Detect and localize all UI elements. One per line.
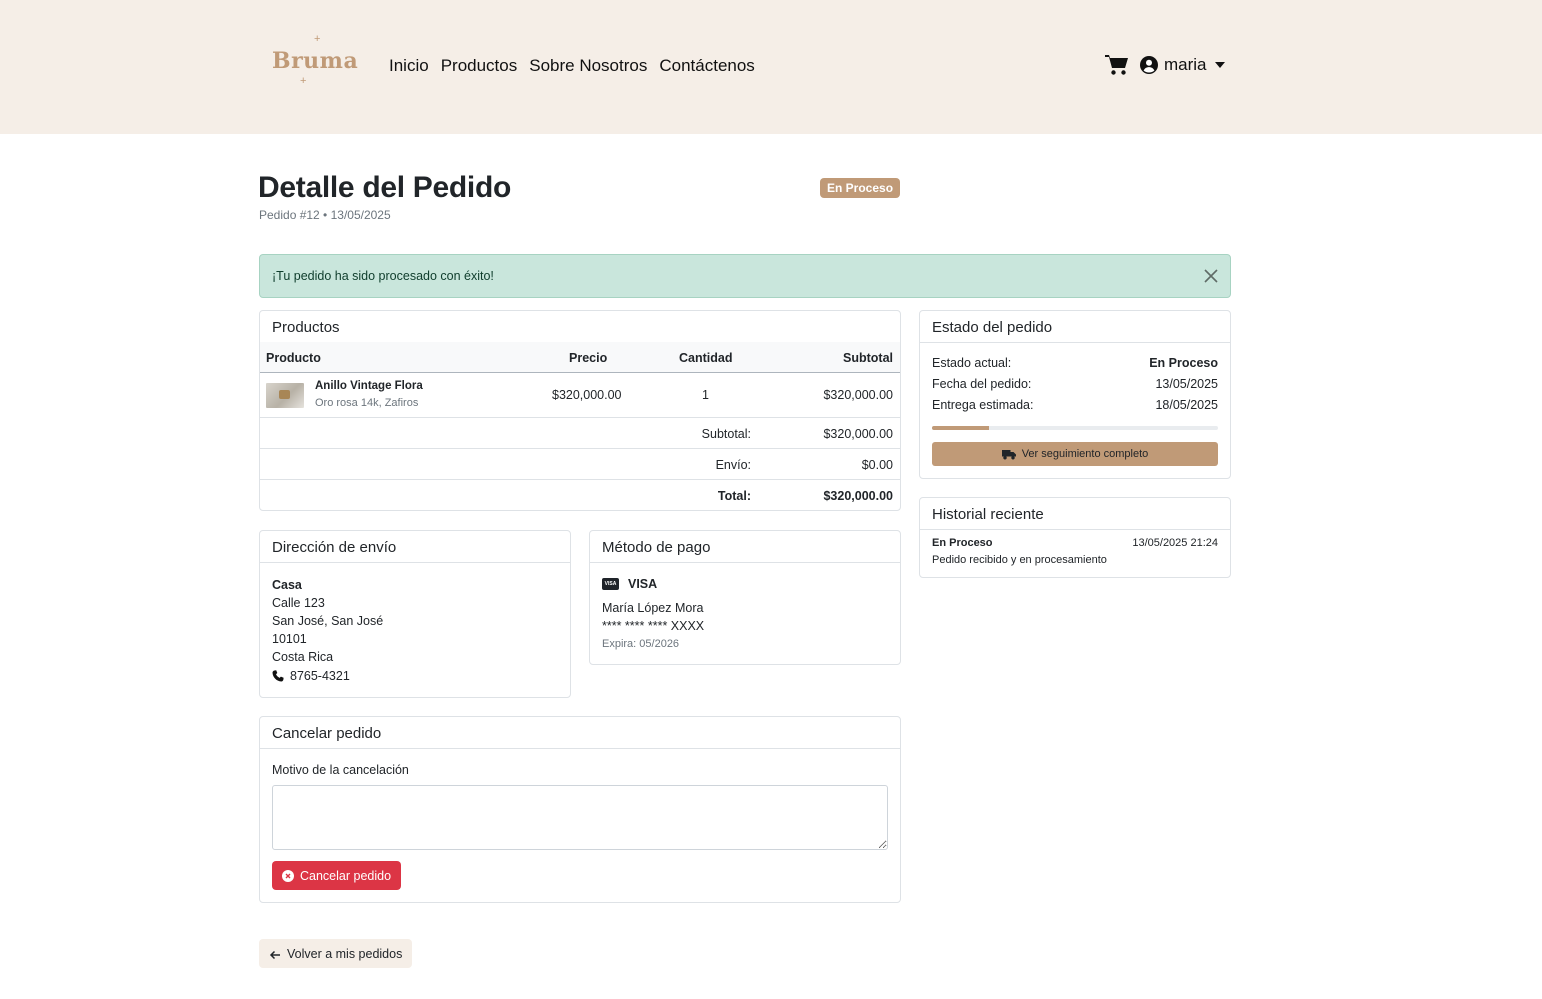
shipping-address-header: Dirección de envío [260,531,570,563]
address-block: Casa Calle 123 San José, San José 10101 … [272,576,383,666]
history-description: Pedido recibido y en procesamiento [932,554,1107,566]
truck-icon [1001,449,1016,460]
product-description: Oro rosa 14k, Zafiros [315,397,419,409]
card-brand: VISA [628,577,658,591]
order-subtitle: Pedido #12 • 13/05/2025 [259,208,391,222]
brand-logo[interactable]: + Bruma + [272,34,362,90]
shipping-row: Envío: $0.00 [260,449,900,480]
order-date-label: Fecha del pedido: [932,377,1032,391]
delivery-date-value: 18/05/2025 [1155,398,1218,412]
back-button-label: Volver a mis pedidos [287,946,403,961]
tracking-button-label: Ver seguimiento completo [1021,448,1149,460]
card-holder: María López Mora [602,601,704,615]
alert-message: ¡Tu pedido ha sido procesado con éxito! [272,269,494,283]
user-circle-icon [1140,56,1158,74]
payment-method-card: Método de pago VISA VISA María López Mor… [589,530,901,665]
order-progress-bar [932,426,1218,430]
order-status-header: Estado del pedido [920,311,1230,343]
card-number: **** **** **** XXXX [602,619,705,633]
products-table-header: Producto Precio Cantidad Subtotal [260,342,900,373]
history-datetime: 13/05/2025 21:24 [1132,537,1218,549]
address-line: 10101 [272,632,307,646]
recent-history-header: Historial reciente [920,498,1230,530]
shipping-value: $0.00 [861,458,893,472]
delivery-date-label: Entrega estimada: [932,398,1034,412]
delivery-date-row: Entrega estimada: 18/05/2025 [932,398,1218,412]
table-row: Anillo Vintage Flora Oro rosa 14k, Zafir… [260,373,900,418]
products-card-header: Productos [260,311,900,343]
brand-name: Bruma [272,48,359,74]
column-header-precio: Precio [569,351,608,365]
total-row: Total: $320,000.00 [260,480,900,511]
product-thumbnail [266,383,304,408]
user-menu-toggle[interactable]: maria [1140,55,1225,75]
address-line: Calle 123 [272,596,325,610]
column-header-producto: Producto [266,351,321,365]
current-status-label: Estado actual: [932,356,1012,370]
subtotal-label: Subtotal: [701,427,751,441]
tracking-button[interactable]: Ver seguimiento completo [932,442,1218,466]
product-quantity: 1 [702,388,709,402]
cancel-order-button[interactable]: Cancelar pedido [272,861,402,890]
total-value: $320,000.00 [823,489,893,503]
product-name: Anillo Vintage Flora [315,380,423,392]
shipping-label: Envío: [715,458,751,472]
address-line: Costa Rica [272,650,334,664]
visa-card-icon: VISA [602,578,619,590]
order-progress-fill [932,426,990,430]
close-icon[interactable] [1202,267,1220,285]
user-name: maria [1164,55,1207,74]
logo-star: + [314,33,321,45]
column-header-subtotal: Subtotal [843,351,893,365]
current-status-row: Estado actual: En Proceso [932,356,1218,370]
back-to-orders-button[interactable]: Volver a mis pedidos [259,939,413,968]
address-name: Casa [272,578,302,592]
phone-number: 8765-4321 [290,669,350,683]
nav-link-contactenos[interactable]: Contáctenos [659,56,754,76]
top-navbar: + Bruma + Inicio Productos Sobre Nosotro… [0,0,1542,134]
user-area: maria [1105,54,1225,76]
arrow-left-icon [269,949,281,959]
main-nav: Inicio Productos Sobre Nosotros Contácte… [389,56,755,76]
shipping-address-card: Dirección de envío Casa Calle 123 San Jo… [259,530,571,698]
cancel-order-card: Cancelar pedido Motivo de la cancelación… [259,716,901,903]
product-price: $320,000.00 [552,388,622,402]
page-title: Detalle del Pedido [258,171,511,204]
payment-method-header: Método de pago [590,531,900,563]
current-status-value: En Proceso [1149,356,1218,370]
cancel-order-header: Cancelar pedido [260,717,900,749]
card-expiry: Expira: 05/2026 [602,638,680,650]
phone-icon [272,670,284,682]
nav-link-productos[interactable]: Productos [441,56,518,76]
order-date-row: Fecha del pedido: 13/05/2025 [932,377,1218,391]
order-date-value: 13/05/2025 [1155,377,1218,391]
cancel-order-button-label: Cancelar pedido [300,868,392,883]
total-label: Total: [717,489,751,503]
status-badge: En Proceso [820,178,901,198]
card-brand-row: VISA VISA [602,577,657,591]
logo-star: + [300,75,307,87]
address-line: San José, San José [272,614,384,628]
nav-link-sobre-nosotros[interactable]: Sobre Nosotros [529,56,647,76]
subtotal-row: Subtotal: $320,000.00 [260,418,900,449]
product-subtotal: $320,000.00 [823,388,893,402]
nav-link-inicio[interactable]: Inicio [389,56,429,76]
products-card: Productos Producto Precio Cantidad Subto… [259,310,901,511]
success-alert: ¡Tu pedido ha sido procesado con éxito! [259,254,1231,298]
cancel-reason-input[interactable] [272,785,888,850]
caret-down-icon [1214,62,1225,68]
history-status: En Proceso [932,537,993,549]
subtotal-value: $320,000.00 [823,427,893,441]
order-status-card: Estado del pedido Estado actual: En Proc… [919,310,1231,479]
address-phone: 8765-4321 [272,669,350,683]
x-circle-icon [282,869,294,882]
cancel-reason-label: Motivo de la cancelación [272,763,409,777]
column-header-cantidad: Cantidad [679,351,733,365]
cart-icon[interactable] [1105,54,1129,76]
recent-history-card: Historial reciente En Proceso 13/05/2025… [919,497,1231,578]
